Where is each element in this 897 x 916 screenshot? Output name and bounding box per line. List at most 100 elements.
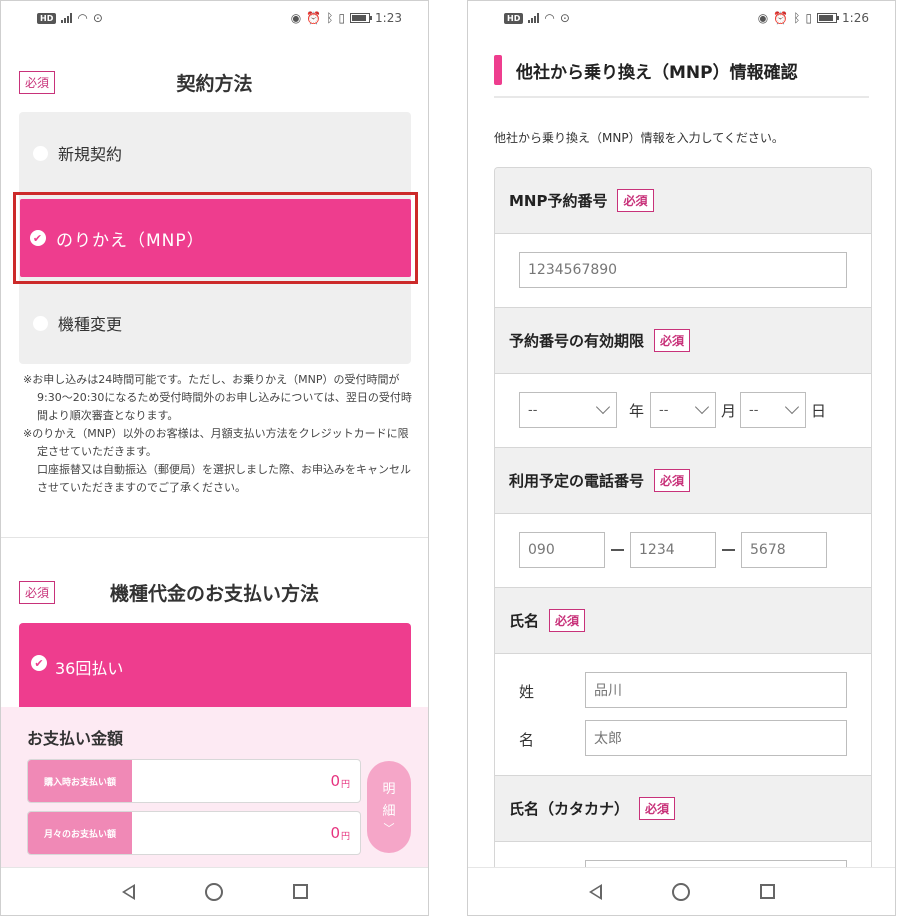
month-unit: 月 <box>721 402 737 420</box>
label-text: 予約番号の有効期限 <box>509 332 645 350</box>
option-label: 機種変更 <box>58 315 123 334</box>
recents-icon[interactable] <box>759 884 775 899</box>
required-badge: 必須 <box>617 189 654 212</box>
detail-button[interactable]: 明 細 ﹀ <box>367 761 411 853</box>
amount-title: お支払い金額 <box>27 729 124 748</box>
day-unit: 日 <box>811 402 827 420</box>
payment-title: 機種代金のお支払い方法 <box>109 582 319 605</box>
highlight-frame: ✔ のりかえ（MNP） <box>13 192 418 284</box>
field-label-kana: 氏名（カタカナ） 必須 <box>495 776 871 842</box>
phone-part-1-input[interactable]: 090 <box>519 532 605 568</box>
option-label: 36回払い <box>55 659 124 678</box>
radio-icon[interactable] <box>33 145 48 161</box>
last-name-label: 姓 <box>519 683 535 701</box>
year-select[interactable]: -- <box>519 392 617 428</box>
select-value: -- <box>659 402 669 418</box>
back-icon[interactable] <box>121 883 135 900</box>
divider <box>494 96 869 98</box>
option-model-change[interactable]: 機種変更 <box>19 282 411 364</box>
field-body-phone: 090 1234 5678 <box>495 514 871 588</box>
chevron-down-icon <box>784 399 800 415</box>
wifi-icon: ◠ <box>544 11 555 25</box>
phone-part-2-input[interactable]: 1234 <box>630 532 716 568</box>
required-badge: 必須 <box>654 329 691 352</box>
hd-icon: HD <box>37 12 57 24</box>
mnp-number-input[interactable]: 1234567890 <box>519 252 847 288</box>
android-nav-bar <box>468 867 895 915</box>
alarm-icon: ⏰ <box>306 11 322 25</box>
phone-part-3-input[interactable]: 5678 <box>741 532 827 568</box>
accent-bar <box>494 55 502 85</box>
radio-icon[interactable] <box>33 315 48 331</box>
day-select[interactable]: -- <box>740 392 806 428</box>
field-body-mnp-number: 1234567890 <box>495 234 871 308</box>
option-new-contract[interactable]: 新規契約 <box>19 112 411 194</box>
detail-label: 細 <box>382 804 396 819</box>
status-bar: HD ◠ ⊙ ◉ ⏰ ᛒ ▯ 1:23 <box>1 1 428 35</box>
chevron-down-icon <box>694 399 710 415</box>
label-text: 氏名（カタカナ） <box>509 800 630 818</box>
dash <box>722 549 735 551</box>
wifi-icon: ◠ <box>77 11 88 25</box>
battery-icon <box>350 13 373 23</box>
clock-time: 1:26 <box>842 11 869 25</box>
check-icon: ✔ <box>30 230 46 246</box>
payment-header: 必須 機種代金のお支払い方法 <box>19 577 410 607</box>
home-icon[interactable] <box>204 882 223 901</box>
amount-unit: 円 <box>340 780 350 790</box>
field-label-mnp-number: MNP予約番号 必須 <box>495 168 871 234</box>
location-icon: ⊙ <box>92 11 103 25</box>
clock-time: 1:23 <box>375 11 402 25</box>
required-badge: 必須 <box>549 609 586 632</box>
intro-text: 他社から乗り換え（MNP）情報を入力してください。 <box>494 131 784 145</box>
mnp-header: 他社から乗り換え（MNP）情報確認 <box>494 53 798 87</box>
contract-header: 必須 契約方法 <box>19 67 410 97</box>
recents-icon[interactable] <box>292 884 308 899</box>
back-icon[interactable] <box>588 883 602 900</box>
location-icon: ⊙ <box>559 11 570 25</box>
signal-icon <box>61 13 73 23</box>
option-36-installments[interactable]: ✔ 36回払い <box>19 623 411 709</box>
right-phone-screen: HD ◠ ⊙ ◉ ⏰ ᛒ ▯ 1:26 他社から乗り換え（MNP）情報確認 他社… <box>467 0 896 916</box>
amount-value: 0円 <box>132 812 360 854</box>
note-text: 口座振替又は自動振込（郵便局）を選択しました際、お申込みをキャンセルさせていただ… <box>37 463 411 494</box>
field-label-phone: 利用予定の電話番号 必須 <box>495 448 871 514</box>
detail-label: 明 <box>382 782 396 797</box>
required-badge: 必須 <box>654 469 691 492</box>
divider <box>1 537 428 538</box>
signal-icon <box>528 13 540 23</box>
chevron-down-icon: ﹀ <box>383 822 395 835</box>
option-label: のりかえ（MNP） <box>56 230 205 251</box>
month-select[interactable]: -- <box>650 392 716 428</box>
left-phone-screen: HD ◠ ⊙ ◉ ⏰ ᛒ ▯ 1:23 必須 契約方法 新規契約 機種変更 ✔ <box>0 0 429 916</box>
bluetooth-icon: ᛒ <box>326 11 334 25</box>
bluetooth-icon: ᛒ <box>793 11 801 25</box>
note-text: ※のりかえ（MNP）以外のお客様は、月額支払い方法をクレジットカードに限定させて… <box>23 427 409 458</box>
label-text: MNP予約番号 <box>509 192 608 210</box>
amount-label: 月々のお支払い額 <box>28 812 132 854</box>
contract-notes: ※お申し込みは24時間可能です。ただし、お乗りかえ（MNP）の受付時間が9:30… <box>23 371 415 497</box>
field-label-name: 氏名 必須 <box>495 588 871 654</box>
amount-value: 0円 <box>132 760 360 802</box>
chevron-down-icon <box>595 399 611 415</box>
first-name-input[interactable]: 太郎 <box>585 720 847 756</box>
dash <box>611 549 624 551</box>
last-name-input[interactable]: 品川 <box>585 672 847 708</box>
contract-title: 契約方法 <box>176 72 253 95</box>
page-title: 他社から乗り換え（MNP）情報確認 <box>516 62 798 83</box>
android-nav-bar <box>1 867 428 915</box>
first-name-label: 名 <box>519 731 535 749</box>
hd-icon: HD <box>504 12 524 24</box>
option-label: 新規契約 <box>58 145 123 164</box>
option-mnp-selected[interactable]: ✔ のりかえ（MNP） <box>20 199 411 277</box>
amount-row-purchase: 購入時お支払い額 0円 <box>27 759 361 803</box>
field-body-expiry: -- 年 -- 月 -- 日 <box>495 374 871 448</box>
select-value: -- <box>749 402 759 418</box>
amount-unit: 円 <box>340 832 350 842</box>
note-text: ※お申し込みは24時間可能です。ただし、お乗りかえ（MNP）の受付時間が9:30… <box>23 373 412 422</box>
home-icon[interactable] <box>671 882 690 901</box>
field-body-name: 姓 品川 名 太郎 <box>495 654 871 776</box>
vibrate-icon: ▯ <box>805 11 813 25</box>
amount-number: 0 <box>330 772 340 790</box>
select-value: -- <box>528 402 538 418</box>
